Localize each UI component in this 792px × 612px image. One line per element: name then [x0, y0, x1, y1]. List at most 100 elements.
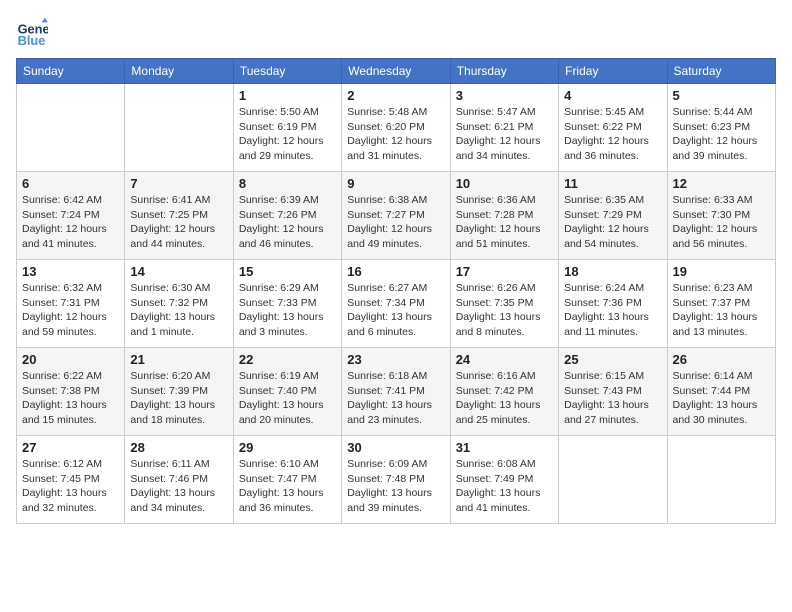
calendar-day-cell: 26Sunrise: 6:14 AM Sunset: 7:44 PM Dayli…: [667, 348, 775, 436]
calendar-day-cell: 2 Sunrise: 5:48 AM Sunset: 6:20 PM Daylig…: [342, 84, 450, 172]
day-info: Sunrise: 6:27 AM Sunset: 7:34 PM Dayligh…: [347, 281, 444, 340]
day-number: 18: [564, 264, 661, 279]
calendar-day-cell: [17, 84, 125, 172]
logo-icon: General Blue: [16, 16, 48, 48]
calendar-day-cell: 8Sunrise: 6:39 AM Sunset: 7:26 PM Daylig…: [233, 172, 341, 260]
calendar-day-cell: [125, 84, 233, 172]
calendar-day-cell: 20 Sunrise: 6:22 AM Sunset: 7:38 PM Dayli…: [17, 348, 125, 436]
day-info: Sunrise: 6:11 AM Sunset: 7:46 PM Dayligh…: [130, 457, 227, 516]
day-number: 25: [564, 352, 661, 367]
day-info: Sunrise: 6:30 AM Sunset: 7:32 PM Dayligh…: [130, 281, 227, 340]
calendar-day-cell: 23 Sunrise: 6:18 AM Sunset: 7:41 PM Dayli…: [342, 348, 450, 436]
day-of-week-header: Thursday: [450, 59, 558, 84]
calendar-day-cell: 9 Sunrise: 6:38 AM Sunset: 7:27 PM Daylig…: [342, 172, 450, 260]
day-number: 9: [347, 176, 444, 191]
day-info: Sunrise: 6:38 AM Sunset: 7:27 PM Dayligh…: [347, 193, 444, 252]
calendar-day-cell: 31 Sunrise: 6:08 AM Sunset: 7:49 PM Dayli…: [450, 436, 558, 524]
day-number: 10: [456, 176, 553, 191]
day-of-week-header: Saturday: [667, 59, 775, 84]
day-number: 14: [130, 264, 227, 279]
day-number: 29: [239, 440, 336, 455]
day-number: 28: [130, 440, 227, 455]
day-number: 7: [130, 176, 227, 191]
day-of-week-header: Friday: [559, 59, 667, 84]
day-info: Sunrise: 5:48 AM Sunset: 6:20 PM Dayligh…: [347, 105, 444, 164]
calendar-day-cell: 4Sunrise: 5:45 AM Sunset: 6:22 PM Daylig…: [559, 84, 667, 172]
calendar-week-row: 6Sunrise: 6:42 AM Sunset: 7:24 PM Daylig…: [17, 172, 776, 260]
day-info: Sunrise: 6:10 AM Sunset: 7:47 PM Dayligh…: [239, 457, 336, 516]
calendar-day-cell: 28 Sunrise: 6:11 AM Sunset: 7:46 PM Dayli…: [125, 436, 233, 524]
day-number: 21: [130, 352, 227, 367]
day-info: Sunrise: 6:18 AM Sunset: 7:41 PM Dayligh…: [347, 369, 444, 428]
calendar-day-cell: [559, 436, 667, 524]
day-info: Sunrise: 6:24 AM Sunset: 7:36 PM Dayligh…: [564, 281, 661, 340]
logo: General Blue: [16, 16, 52, 48]
day-number: 30: [347, 440, 444, 455]
day-number: 2: [347, 88, 444, 103]
day-info: Sunrise: 6:08 AM Sunset: 7:49 PM Dayligh…: [456, 457, 553, 516]
day-info: Sunrise: 5:45 AM Sunset: 6:22 PM Dayligh…: [564, 105, 661, 164]
day-info: Sunrise: 6:36 AM Sunset: 7:28 PM Dayligh…: [456, 193, 553, 252]
day-info: Sunrise: 6:20 AM Sunset: 7:39 PM Dayligh…: [130, 369, 227, 428]
day-info: Sunrise: 5:47 AM Sunset: 6:21 PM Dayligh…: [456, 105, 553, 164]
day-info: Sunrise: 6:19 AM Sunset: 7:40 PM Dayligh…: [239, 369, 336, 428]
day-info: Sunrise: 6:33 AM Sunset: 7:30 PM Dayligh…: [673, 193, 770, 252]
calendar-day-cell: 18 Sunrise: 6:24 AM Sunset: 7:36 PM Dayli…: [559, 260, 667, 348]
calendar-day-cell: 11 Sunrise: 6:35 AM Sunset: 7:29 PM Dayli…: [559, 172, 667, 260]
day-number: 17: [456, 264, 553, 279]
calendar-day-cell: 6Sunrise: 6:42 AM Sunset: 7:24 PM Daylig…: [17, 172, 125, 260]
calendar-week-row: 20 Sunrise: 6:22 AM Sunset: 7:38 PM Dayli…: [17, 348, 776, 436]
calendar-day-cell: 14 Sunrise: 6:30 AM Sunset: 7:32 PM Dayli…: [125, 260, 233, 348]
day-number: 6: [22, 176, 119, 191]
calendar-day-cell: 1 Sunrise: 5:50 AM Sunset: 6:19 PM Daylig…: [233, 84, 341, 172]
calendar-day-cell: 12 Sunrise: 6:33 AM Sunset: 7:30 PM Dayli…: [667, 172, 775, 260]
day-number: 23: [347, 352, 444, 367]
calendar-table: SundayMondayTuesdayWednesdayThursdayFrid…: [16, 58, 776, 524]
calendar-day-cell: 22 Sunrise: 6:19 AM Sunset: 7:40 PM Dayli…: [233, 348, 341, 436]
day-info: Sunrise: 6:35 AM Sunset: 7:29 PM Dayligh…: [564, 193, 661, 252]
calendar-day-cell: [667, 436, 775, 524]
calendar-week-row: 27 Sunrise: 6:12 AM Sunset: 7:45 PM Dayli…: [17, 436, 776, 524]
day-of-week-header: Monday: [125, 59, 233, 84]
day-number: 20: [22, 352, 119, 367]
day-number: 26: [673, 352, 770, 367]
day-of-week-header: Sunday: [17, 59, 125, 84]
day-info: Sunrise: 6:26 AM Sunset: 7:35 PM Dayligh…: [456, 281, 553, 340]
svg-text:Blue: Blue: [18, 33, 46, 48]
calendar-day-cell: 3 Sunrise: 5:47 AM Sunset: 6:21 PM Daylig…: [450, 84, 558, 172]
day-number: 27: [22, 440, 119, 455]
day-number: 19: [673, 264, 770, 279]
day-number: 24: [456, 352, 553, 367]
calendar-day-cell: 29 Sunrise: 6:10 AM Sunset: 7:47 PM Dayli…: [233, 436, 341, 524]
calendar-week-row: 1 Sunrise: 5:50 AM Sunset: 6:19 PM Daylig…: [17, 84, 776, 172]
day-number: 1: [239, 88, 336, 103]
page-header: General Blue: [16, 16, 776, 48]
day-info: Sunrise: 6:12 AM Sunset: 7:45 PM Dayligh…: [22, 457, 119, 516]
calendar-day-cell: 5 Sunrise: 5:44 AM Sunset: 6:23 PM Daylig…: [667, 84, 775, 172]
day-number: 3: [456, 88, 553, 103]
day-number: 11: [564, 176, 661, 191]
day-info: Sunrise: 6:29 AM Sunset: 7:33 PM Dayligh…: [239, 281, 336, 340]
calendar-day-cell: 19Sunrise: 6:23 AM Sunset: 7:37 PM Dayli…: [667, 260, 775, 348]
calendar-day-cell: 27 Sunrise: 6:12 AM Sunset: 7:45 PM Dayli…: [17, 436, 125, 524]
day-info: Sunrise: 6:32 AM Sunset: 7:31 PM Dayligh…: [22, 281, 119, 340]
calendar-header-row: SundayMondayTuesdayWednesdayThursdayFrid…: [17, 59, 776, 84]
day-of-week-header: Wednesday: [342, 59, 450, 84]
day-number: 22: [239, 352, 336, 367]
calendar-day-cell: 13Sunrise: 6:32 AM Sunset: 7:31 PM Dayli…: [17, 260, 125, 348]
day-info: Sunrise: 6:09 AM Sunset: 7:48 PM Dayligh…: [347, 457, 444, 516]
day-number: 31: [456, 440, 553, 455]
day-number: 5: [673, 88, 770, 103]
day-info: Sunrise: 6:22 AM Sunset: 7:38 PM Dayligh…: [22, 369, 119, 428]
day-info: Sunrise: 5:44 AM Sunset: 6:23 PM Dayligh…: [673, 105, 770, 164]
calendar-week-row: 13Sunrise: 6:32 AM Sunset: 7:31 PM Dayli…: [17, 260, 776, 348]
day-info: Sunrise: 5:50 AM Sunset: 6:19 PM Dayligh…: [239, 105, 336, 164]
day-number: 8: [239, 176, 336, 191]
day-number: 15: [239, 264, 336, 279]
calendar-day-cell: 10 Sunrise: 6:36 AM Sunset: 7:28 PM Dayli…: [450, 172, 558, 260]
day-of-week-header: Tuesday: [233, 59, 341, 84]
day-number: 12: [673, 176, 770, 191]
day-info: Sunrise: 6:16 AM Sunset: 7:42 PM Dayligh…: [456, 369, 553, 428]
calendar-day-cell: 24 Sunrise: 6:16 AM Sunset: 7:42 PM Dayli…: [450, 348, 558, 436]
day-info: Sunrise: 6:15 AM Sunset: 7:43 PM Dayligh…: [564, 369, 661, 428]
